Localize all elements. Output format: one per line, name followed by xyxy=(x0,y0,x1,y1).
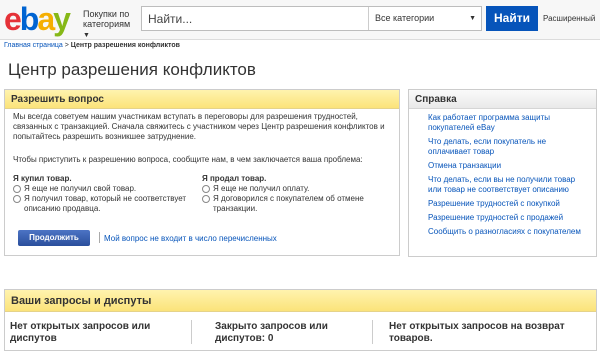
issue-not-listed-link[interactable]: Мой вопрос не входит в число перечисленн… xyxy=(104,234,277,243)
help-link[interactable]: Отмена транзакции xyxy=(409,158,596,172)
open-requests-status: Нет открытых запросов или диспутов xyxy=(10,321,151,344)
resolve-issue-panel: Разрешить вопрос Мы всегда советуем наши… xyxy=(4,89,400,256)
help-link[interactable]: Сообщить о разногласиях с покупателем xyxy=(409,224,596,238)
help-panel-heading: Справка xyxy=(409,90,596,109)
help-panel: Справка Как работает программа защиты по… xyxy=(408,89,597,257)
radio-payment-not-received[interactable]: Я еще не получил оплату. xyxy=(202,184,387,194)
ebay-logo[interactable]: ebay xyxy=(4,3,71,35)
advanced-search-link[interactable]: Расширенный xyxy=(543,14,595,23)
breadcrumb-separator: > xyxy=(64,42,69,49)
closed-requests-status: Закрыто запросов или диспутов: 0 xyxy=(215,321,328,344)
radio-button[interactable] xyxy=(13,195,21,203)
help-link[interactable]: Разрешение трудностей с продажей xyxy=(409,210,596,224)
help-link[interactable]: Как работает программа защиты покупателе… xyxy=(409,110,596,134)
requests-panel-heading: Ваши запросы и диспуты xyxy=(5,290,596,312)
divider xyxy=(99,232,100,243)
shop-by-category-menu[interactable]: Покупки по категориям ▼ xyxy=(83,9,135,41)
page-title: Центр разрешения конфликтов xyxy=(8,60,256,79)
breadcrumb-current: Центр разрешения конфликтов xyxy=(70,42,180,49)
radio-not-as-described[interactable]: Я получил товар, который не соответствуе… xyxy=(13,194,203,214)
category-select[interactable]: Все категории ▼ xyxy=(368,7,482,30)
help-link[interactable]: Что делать, если вы не получили товар ил… xyxy=(409,172,596,196)
radio-cancel-transaction[interactable]: Я договорился с покупателем об отмене тр… xyxy=(202,194,372,214)
breadcrumb-home-link[interactable]: Главная страница xyxy=(4,42,63,49)
chevron-down-icon: ▼ xyxy=(469,15,476,22)
help-link[interactable]: Разрешение трудностей с покупкой xyxy=(409,196,596,210)
sold-group-title: Я продал товар. xyxy=(202,174,267,183)
resolve-prompt-text: Чтобы приступить к разрешению вопроса, с… xyxy=(13,155,363,164)
resolve-intro-text: Мы всегда советуем нашим участникам всту… xyxy=(13,112,385,141)
search-button[interactable]: Найти xyxy=(486,6,538,31)
help-link[interactable]: Что делать, если покупатель не оплачивае… xyxy=(409,134,596,158)
radio-button[interactable] xyxy=(202,185,210,193)
search-input[interactable] xyxy=(142,7,367,30)
radio-not-received[interactable]: Я еще не получил свой товар. xyxy=(13,184,198,194)
column-divider xyxy=(372,320,373,344)
radio-button[interactable] xyxy=(202,195,210,203)
chevron-down-icon: ▼ xyxy=(83,32,90,39)
continue-button[interactable]: Продолжить xyxy=(18,230,90,246)
breadcrumb: Главная страница > Центр разрешения конф… xyxy=(4,42,180,49)
resolve-panel-heading: Разрешить вопрос xyxy=(5,90,399,109)
search-box: Все категории ▼ xyxy=(141,6,482,31)
column-divider xyxy=(191,320,192,344)
return-requests-status: Нет открытых запросов на возврат товаров… xyxy=(389,321,565,344)
requests-disputes-panel: Ваши запросы и диспуты Нет открытых запр… xyxy=(4,289,597,351)
radio-button[interactable] xyxy=(13,185,21,193)
help-links-list: Как работает программа защиты покупателе… xyxy=(409,110,596,238)
bought-group-title: Я купил товар. xyxy=(13,174,72,183)
site-header: ebay Покупки по категориям ▼ Все категор… xyxy=(0,0,600,40)
